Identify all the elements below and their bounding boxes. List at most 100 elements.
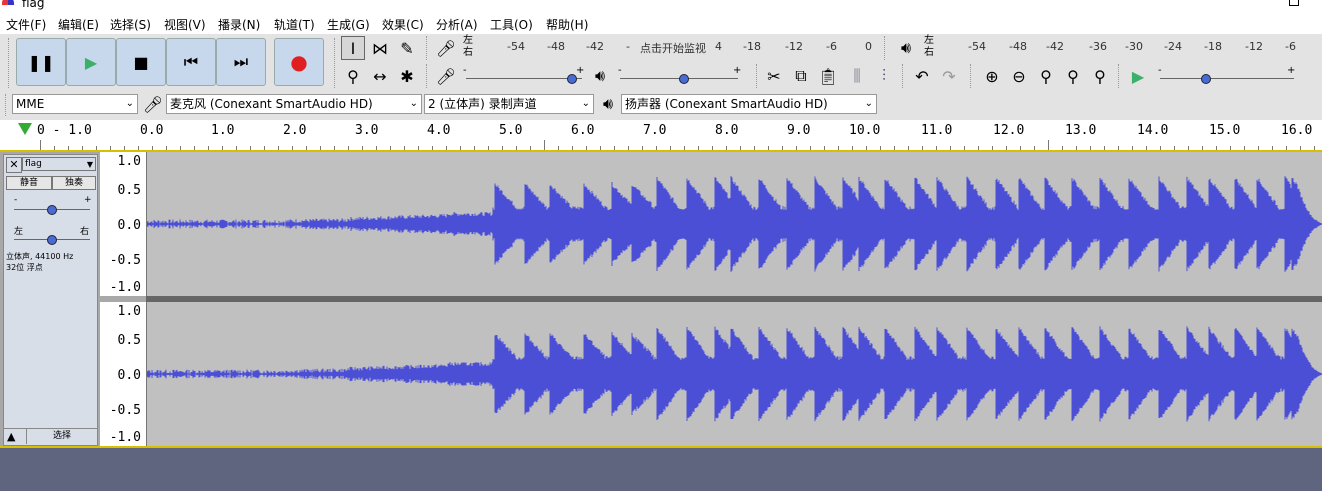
menu-select[interactable]: 选择(S)	[110, 16, 151, 33]
solo-button[interactable]: 独奏	[52, 176, 96, 190]
rec-volume-icon-button: 🎤︎	[434, 64, 458, 88]
toolbar-grip[interactable]	[970, 64, 974, 88]
track-name-menu[interactable]: flag ▼	[22, 157, 96, 171]
playhead-marker-icon[interactable]	[18, 123, 32, 135]
vruler-label: 0.0	[117, 368, 141, 383]
undo-button[interactable]: ↶	[910, 64, 934, 88]
menu-generate[interactable]: 生成(G)	[327, 16, 370, 33]
waveform-left-svg	[146, 176, 1322, 272]
zoom-in-button[interactable]: ⊕	[980, 64, 1004, 88]
slider-thumb[interactable]	[47, 235, 57, 245]
undo-icon: ↶	[915, 66, 929, 86]
timeline-label: 15.0	[1209, 123, 1241, 138]
toolbar-grip[interactable]	[5, 94, 9, 116]
play-at-speed-button[interactable]: ▶	[1126, 64, 1150, 88]
playback-device-select[interactable]: 扬声器 (Conexant SmartAudio HD) ⌄	[621, 94, 877, 114]
toolbar-grip[interactable]	[1118, 64, 1122, 88]
pause-button[interactable]: ❚❚	[16, 38, 66, 86]
audio-host-value: MME	[16, 97, 45, 111]
menu-file[interactable]: 文件(F)	[6, 16, 46, 33]
record-meter-button[interactable]: 🎤︎	[434, 36, 458, 60]
menu-tracks[interactable]: 轨道(T)	[274, 16, 315, 33]
record-meter[interactable]: -54 -48 -42 - 点击开始监视 4 -18 -12 -6 0	[476, 40, 876, 56]
rec-meter-tick: -18	[743, 40, 761, 53]
waveform-left-channel[interactable]	[146, 152, 1322, 296]
play-meter-left-label: 左	[924, 35, 934, 46]
selection-tool[interactable]: I	[341, 36, 365, 60]
audio-host-select[interactable]: MME ⌄	[12, 94, 138, 114]
timeshift-tool[interactable]: ↔	[368, 64, 392, 88]
menu-effect[interactable]: 效果(C)	[382, 16, 424, 33]
menu-transport[interactable]: 播录(N)	[218, 16, 260, 33]
record-volume-slider[interactable]	[466, 72, 582, 84]
menu-help[interactable]: 帮助(H)	[546, 16, 588, 33]
slider-thumb[interactable]	[679, 74, 690, 84]
slider-thumb[interactable]	[566, 74, 577, 84]
cut-button[interactable]: ✂	[762, 64, 786, 88]
stop-button[interactable]: ■	[116, 38, 166, 86]
timeline-ruler[interactable]: 0 - 1.0 0.0 1.0 2.0 3.0 4.0 5.0 6.0 7.0 …	[0, 120, 1322, 151]
gain-slider[interactable]	[14, 203, 90, 215]
toolbar-grip[interactable]	[884, 36, 888, 60]
play-meter-tick: -54	[968, 40, 986, 53]
play-meter-button[interactable]: 🔊︎	[894, 36, 918, 60]
zoom-tool[interactable]: ⚲	[341, 64, 365, 88]
record-button[interactable]: ●	[274, 38, 324, 86]
play-meter-tick: -30	[1125, 40, 1143, 53]
fit-project-button[interactable]: ⚲	[1061, 64, 1085, 88]
waveform-right-channel[interactable]	[146, 302, 1322, 446]
rec-meter-tick: -6	[826, 40, 837, 53]
pan-slider[interactable]	[14, 233, 90, 245]
track-menu-arrow-icon: ▼	[86, 160, 93, 169]
menu-view[interactable]: 视图(V)	[164, 16, 206, 33]
zoom-toggle-button[interactable]: ⚲	[1088, 64, 1112, 88]
play-meter-tick: -42	[1046, 40, 1064, 53]
toolbar-grip[interactable]	[902, 64, 906, 88]
multi-tool[interactable]: ✱	[395, 64, 419, 88]
play-button[interactable]: ▶	[66, 38, 116, 86]
playback-volume-slider[interactable]	[620, 72, 738, 84]
recording-channels-value: 2 (立体声) 录制声道	[428, 97, 537, 111]
paste-button[interactable]: 📋︎	[816, 64, 840, 88]
microphone-icon: 🎤︎	[142, 94, 164, 114]
select-track-button[interactable]: 选择	[26, 429, 97, 444]
play-meter-tick: -24	[1164, 40, 1182, 53]
recording-channels-select[interactable]: 2 (立体声) 录制声道 ⌄	[424, 94, 594, 114]
collapse-icon[interactable]: ▲	[7, 430, 15, 443]
fit-selection-button[interactable]: ⚲	[1034, 64, 1058, 88]
redo-button[interactable]: ↷	[937, 64, 961, 88]
recording-device-select[interactable]: 麦克风 (Conexant SmartAudio HD) ⌄	[166, 94, 422, 114]
vruler-label: -0.5	[109, 253, 141, 268]
zoom-out-icon: ⊖	[1012, 66, 1026, 86]
zoom-out-button[interactable]: ⊖	[1007, 64, 1031, 88]
toolbar-grip[interactable]	[8, 38, 12, 88]
play-meter-tick: -36	[1089, 40, 1107, 53]
slider-thumb[interactable]	[1200, 74, 1211, 84]
draw-tool[interactable]: ✎	[395, 36, 419, 60]
slider-thumb[interactable]	[47, 205, 57, 215]
timeline-label: 11.0	[921, 123, 953, 138]
trim-button[interactable]: ⫼	[845, 64, 869, 88]
waveform-path	[146, 326, 1322, 422]
playback-speed-slider[interactable]	[1160, 72, 1294, 84]
envelope-tool[interactable]: ⋈	[368, 36, 392, 60]
maximize-button[interactable]	[1289, 0, 1299, 6]
pause-icon: ❚❚	[27, 52, 55, 72]
toolbar-grip[interactable]	[426, 36, 430, 60]
menu-tools[interactable]: 工具(O)	[490, 16, 533, 33]
skip-end-button[interactable]: ⏭	[216, 38, 266, 86]
skip-start-button[interactable]: ⏮	[166, 38, 216, 86]
window-title: flag	[22, 0, 45, 10]
copy-icon: ⧉	[795, 66, 807, 85]
toolbar-grip[interactable]	[334, 38, 338, 88]
toolbar-grip[interactable]	[756, 64, 760, 88]
menu-edit[interactable]: 编辑(E)	[58, 16, 99, 33]
mute-button[interactable]: 静音	[6, 176, 52, 190]
speaker-icon: 🔊︎	[900, 38, 912, 57]
copy-button[interactable]: ⧉	[789, 64, 813, 88]
track-close-button[interactable]: ✕	[6, 157, 22, 173]
playback-meter[interactable]: -54 -48 -42 -36 -30 -24 -18 -12 -6	[938, 40, 1318, 56]
menu-analyze[interactable]: 分析(A)	[436, 16, 478, 33]
silence-button[interactable]: ⫶	[872, 64, 896, 88]
toolbar-grip[interactable]	[426, 64, 430, 88]
